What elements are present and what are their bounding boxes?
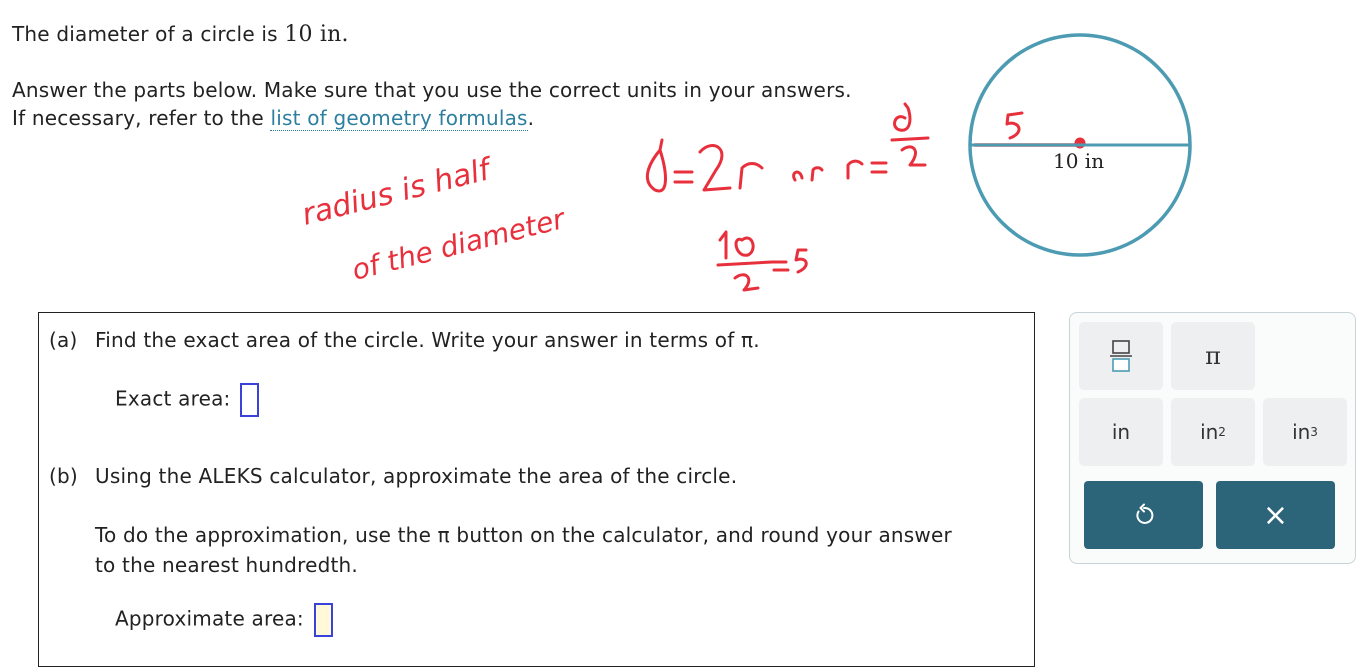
fraction-key[interactable] <box>1079 322 1163 390</box>
in-squared-key[interactable]: in 2 <box>1171 398 1255 466</box>
geometry-formulas-link[interactable]: list of geometry formulas <box>270 106 528 131</box>
instructions-line1: Answer the parts below. Make sure that y… <box>12 78 852 102</box>
in-squared-exp: 2 <box>1218 425 1226 439</box>
approx-area-label: Approximate area: <box>115 606 304 631</box>
in-cubed-key[interactable]: in 3 <box>1263 398 1347 466</box>
undo-button[interactable] <box>1084 481 1203 549</box>
exact-area-input[interactable] <box>240 383 260 417</box>
diameter-value: 10 in. <box>284 22 349 47</box>
instructions-line2: If necessary, refer to the list of geome… <box>12 104 852 132</box>
pi-key[interactable]: π <box>1171 322 1255 390</box>
part-a-label: (a) <box>49 328 78 352</box>
clear-button[interactable]: × <box>1216 481 1335 549</box>
part-a-text: Find the exact area of the circle. Write… <box>95 328 760 352</box>
approx-area-row: Approximate area: <box>115 603 333 637</box>
diameter-label: 10 in <box>1053 149 1104 173</box>
in-cubed-exp: 3 <box>1310 425 1318 439</box>
problem-text: The diameter of a circle is <box>12 22 285 46</box>
note-radius-half: radius is half <box>298 151 497 233</box>
approx-area-input[interactable] <box>313 603 333 637</box>
circle-figure: 10 in <box>968 33 1192 257</box>
part-b-label: (b) <box>49 464 78 488</box>
exact-area-label: Exact area: <box>115 386 231 411</box>
exact-area-row: Exact area: <box>115 383 260 417</box>
math-keypad: π in in 2 in 3 × <box>1069 312 1356 564</box>
in-cubed-base: in <box>1292 420 1311 444</box>
fraction-icon <box>1110 340 1132 372</box>
part-b-instructions: To do the approximation, use the π butto… <box>95 520 952 580</box>
part-b-line1: To do the approximation, use the π butto… <box>95 523 952 547</box>
part-b-line2: to the nearest hundredth. <box>95 553 358 577</box>
instructions-line2-end: . <box>527 106 535 130</box>
problem-statement: The diameter of a circle is 10 in. <box>12 22 349 47</box>
note-of-diameter: of the diameter <box>349 202 570 287</box>
in-key[interactable]: in <box>1079 398 1163 466</box>
instructions: Answer the parts below. Make sure that y… <box>12 76 852 132</box>
undo-icon <box>1135 503 1153 524</box>
instructions-line2-text: If necessary, refer to the <box>12 106 271 130</box>
in-squared-base: in <box>1200 420 1219 444</box>
question-box: (a) Find the exact area of the circle. W… <box>38 312 1035 667</box>
part-b-text: Using the ALEKS calculator, approximate … <box>95 464 738 488</box>
